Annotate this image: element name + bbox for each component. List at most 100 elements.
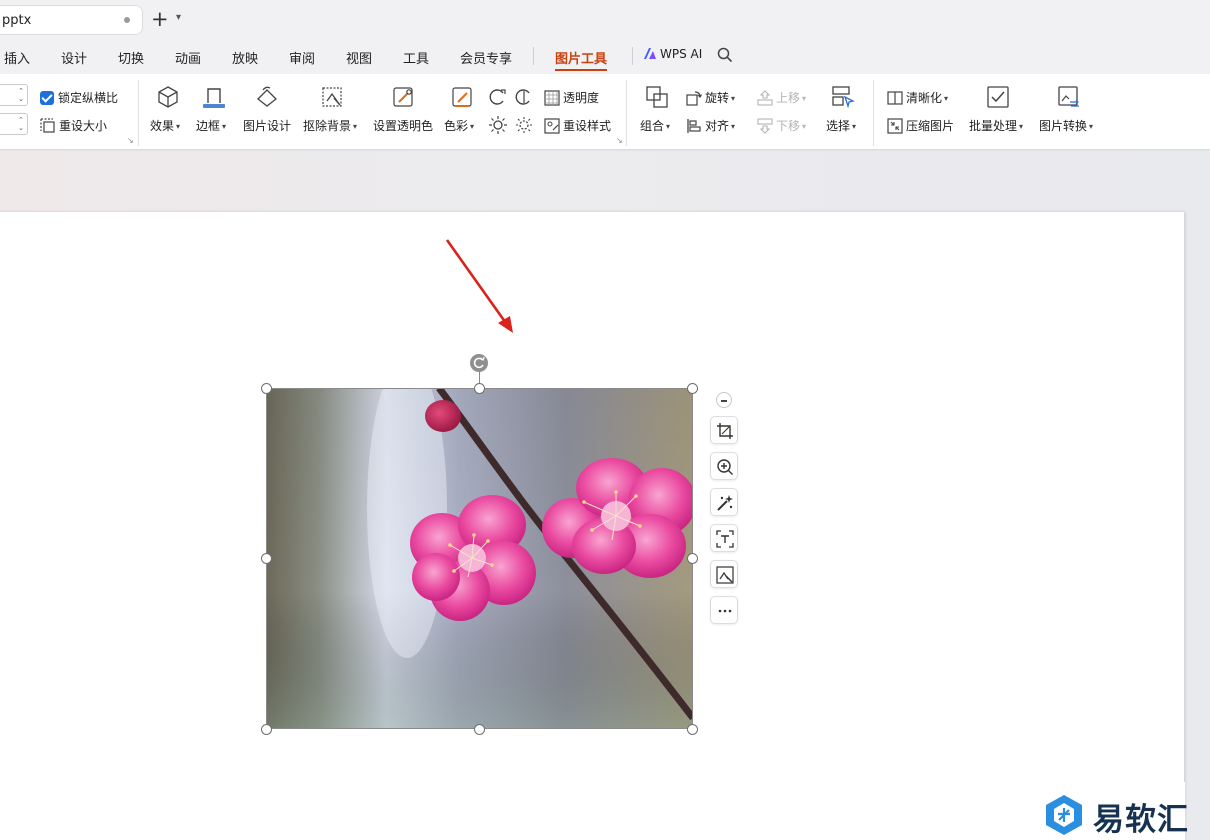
select-label: 选择 [826, 119, 851, 133]
send-backward-button[interactable]: 下移 ▾ [757, 117, 806, 134]
dropdown-chevron-icon: ▾ [470, 122, 475, 131]
resize-handle-top-right[interactable] [687, 383, 698, 394]
menu-view[interactable]: 视图 [346, 48, 372, 67]
rotate-button[interactable]: 旋转 ▾ [686, 89, 735, 106]
effect-cube-icon [158, 86, 178, 108]
set-transparent-color-icon [393, 87, 413, 107]
send-backward-label: 下移 [776, 119, 801, 133]
menu-insert[interactable]: 插入 [4, 48, 30, 67]
select-button[interactable]: 选择 ▾ [826, 117, 856, 134]
slide-edge [1184, 212, 1185, 782]
magic-edit-button[interactable] [710, 488, 738, 516]
new-tab-plus-icon[interactable]: + [151, 8, 169, 30]
batch-process-label: 批量处理 [969, 119, 1018, 133]
unsaved-dot-icon[interactable] [124, 17, 130, 23]
reset-size-icon [40, 118, 55, 133]
resize-handle-left[interactable] [261, 553, 272, 564]
group-separator [626, 80, 627, 146]
size-dialog-launcher-icon[interactable]: ↘ [127, 136, 134, 145]
batch-process-button[interactable]: 批量处理 ▾ [969, 117, 1023, 134]
transparency-icon [544, 90, 560, 106]
bring-forward-button[interactable]: 上移 ▾ [757, 89, 806, 106]
wps-ai-label: WPS AI [660, 47, 703, 61]
dropdown-chevron-icon: ▾ [731, 94, 736, 103]
watermark-text: 易软汇 [1093, 802, 1189, 838]
contrast-down-icon[interactable] [514, 87, 534, 107]
reset-style-icon [544, 118, 560, 134]
height-spinner[interactable]: ⌃ ⌄ [0, 84, 28, 106]
border-button[interactable]: 边框 ▾ [196, 117, 226, 134]
menu-member[interactable]: 会员专享 [460, 48, 512, 67]
wps-ai-button[interactable]: WPS AI [643, 47, 702, 61]
search-icon[interactable] [716, 46, 734, 64]
dropdown-chevron-icon: ▾ [802, 122, 807, 131]
menu-animation[interactable]: 动画 [175, 48, 201, 67]
rotate-handle-icon[interactable] [470, 354, 488, 372]
menu-review[interactable]: 审阅 [289, 48, 315, 67]
resize-handle-top-left[interactable] [261, 383, 272, 394]
style-dialog-launcher-icon[interactable]: ↘ [616, 136, 623, 145]
dropdown-chevron-icon: ▾ [176, 122, 181, 131]
image-convert-label: 图片转换 [1039, 119, 1088, 133]
watermark-badge-icon [1046, 795, 1082, 835]
collapse-toolbar-icon[interactable] [716, 392, 732, 408]
batch-process-icon [987, 86, 1009, 108]
wps-ai-logo-icon [644, 48, 656, 59]
set-transparent-color-button[interactable]: 设置透明色 [373, 117, 433, 134]
resize-handle-bottom-right[interactable] [687, 724, 698, 735]
tab-list-chevron-icon[interactable]: ▾ [176, 12, 181, 23]
ribbon-toolbar: ⌃ ⌄ ⌃ ⌄ 锁定纵横比 重设大小 ↘ 效果 ▾ 边框 ▾ 图片设计 抠除背景 ▾ 设 [0, 74, 1210, 150]
resize-handle-right[interactable] [687, 553, 698, 564]
active-tab-underline [555, 69, 607, 71]
image-design-button[interactable]: 图片设计 [243, 117, 291, 134]
menu-design[interactable]: 设计 [61, 48, 87, 67]
combine-icon [646, 86, 668, 108]
reset-style-button[interactable]: 重设样式 [544, 117, 611, 134]
more-options-button[interactable] [710, 596, 738, 624]
brightness-down-icon[interactable] [514, 115, 534, 135]
document-tab[interactable]: pptx [0, 5, 143, 35]
menu-slideshow[interactable]: 放映 [232, 48, 258, 67]
sharpen-label: 清晰化 [906, 91, 943, 105]
bring-forward-label: 上移 [776, 91, 801, 105]
brightness-up-icon[interactable] [488, 115, 508, 135]
group-separator [138, 80, 139, 146]
contrast-up-icon[interactable] [488, 87, 508, 107]
lock-ratio-label: 锁定纵横比 [58, 91, 119, 105]
resize-handle-bottom-left[interactable] [261, 724, 272, 735]
dropdown-chevron-icon: ▾ [1019, 122, 1024, 131]
resize-handle-bottom[interactable] [474, 724, 485, 735]
remove-background-button[interactable]: 抠除背景 ▾ [303, 117, 357, 134]
resize-handle-top[interactable] [474, 383, 485, 394]
tab-bar: pptx + ▾ [0, 0, 1210, 40]
align-button[interactable]: 对齐 ▾ [686, 117, 735, 134]
remove-background-icon [716, 566, 734, 584]
border-icon [203, 88, 225, 108]
menu-transition[interactable]: 切换 [118, 48, 144, 67]
dropdown-chevron-icon: ▾ [852, 122, 857, 131]
effect-button[interactable]: 效果 ▾ [150, 117, 180, 134]
transparency-button[interactable]: 透明度 [544, 89, 599, 106]
menu-tools[interactable]: 工具 [403, 48, 429, 67]
lock-ratio-checkbox[interactable]: 锁定纵横比 [40, 89, 118, 106]
dropdown-chevron-icon: ▾ [666, 122, 671, 131]
crop-button[interactable] [710, 416, 738, 444]
magic-wand-icon [717, 495, 733, 511]
color-button[interactable]: 色彩 ▾ [444, 117, 474, 134]
image-convert-button[interactable]: 图片转换 ▾ [1039, 117, 1093, 134]
width-spinner[interactable]: ⌃ ⌄ [0, 113, 28, 135]
remove-bg-quick-button[interactable] [710, 560, 738, 588]
plum-blossom-picture[interactable] [267, 388, 693, 729]
compress-button[interactable]: 压缩图片 [887, 117, 954, 134]
ocr-extract-button[interactable] [710, 524, 738, 552]
zoom-in-button[interactable] [710, 452, 738, 480]
reset-size-button[interactable]: 重设大小 [40, 117, 107, 134]
select-icon [832, 86, 855, 109]
rotate-label: 旋转 [705, 91, 730, 105]
combine-button[interactable]: 组合 ▾ [640, 117, 670, 134]
document-tab-name: pptx [2, 13, 32, 28]
sharpen-button[interactable]: 清晰化 ▾ [887, 89, 948, 106]
transparency-label: 透明度 [563, 91, 600, 105]
menu-picture-tools[interactable]: 图片工具 [555, 48, 607, 67]
border-label: 边框 [196, 119, 221, 133]
